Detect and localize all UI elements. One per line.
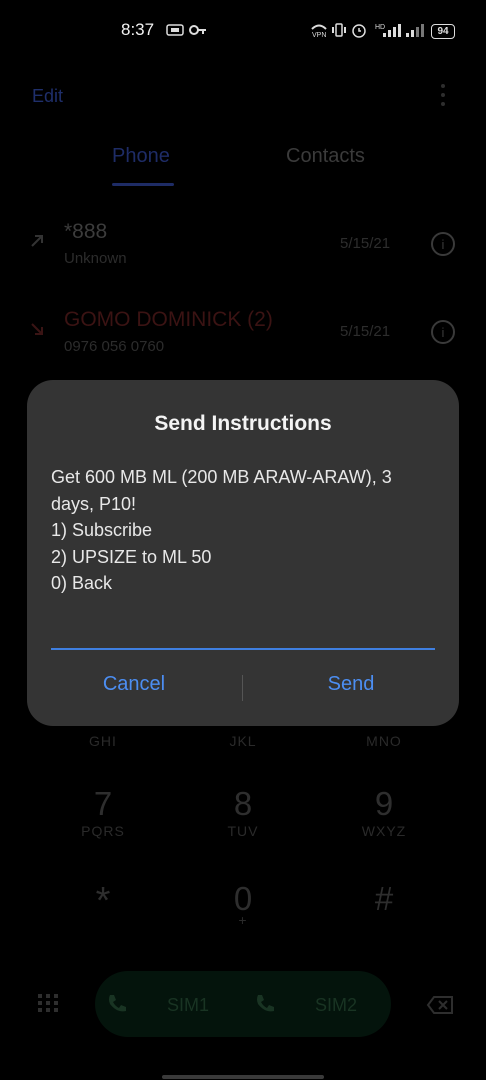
vpn-icon: VPN <box>310 22 328 38</box>
call-date: 5/15/21 <box>340 235 391 252</box>
info-icon[interactable]: i <box>431 232 455 256</box>
key-letters: + <box>238 912 248 928</box>
vibrate-icon <box>331 22 347 38</box>
cancel-button[interactable]: Cancel <box>79 673 189 696</box>
reply-input[interactable] <box>51 612 435 650</box>
status-time: 8:37 <box>121 20 155 39</box>
send-button[interactable]: Send <box>296 673 406 696</box>
dialog-title: Send Instructions <box>154 412 332 435</box>
call-sim2-icon <box>253 992 277 1021</box>
call-sim2-button[interactable]: SIM2 <box>315 995 357 1016</box>
key-icon <box>189 22 207 38</box>
key-7[interactable]: 7 PQRS <box>63 785 143 855</box>
key-digit: 9 <box>374 785 394 822</box>
key-digit: # <box>374 880 394 917</box>
svg-text:VPN: VPN <box>312 32 326 38</box>
button-divider <box>242 675 243 701</box>
key-digit: 7 <box>93 785 113 822</box>
call-log-row[interactable]: *888 Unknown 5/15/21 i <box>0 210 486 290</box>
call-log-row[interactable]: GOMO DOMINICK (2) 0976 056 0760 5/15/21 … <box>0 298 486 378</box>
battery-icon: 94 <box>431 24 455 39</box>
key-9[interactable]: 9 WXYZ <box>344 785 424 855</box>
signal-icon <box>405 22 425 38</box>
call-sim1-button[interactable]: SIM1 <box>167 995 209 1016</box>
dial-bar: SIM1 SIM2 <box>95 971 391 1037</box>
status-bar: 8:37 VPN HD 94 <box>0 0 486 60</box>
info-icon[interactable]: i <box>431 320 455 344</box>
key-8[interactable]: 8 TUV <box>203 785 283 855</box>
key-0[interactable]: 0 + <box>203 880 283 940</box>
more-options-icon[interactable] <box>437 84 449 106</box>
outgoing-call-icon <box>30 234 44 253</box>
call-name: *888 <box>64 220 108 243</box>
dialpad-toggle-icon[interactable] <box>36 992 60 1021</box>
key-hash[interactable]: # <box>344 880 424 940</box>
key-5-letters: JKL <box>229 733 257 749</box>
tab-contacts[interactable]: Contacts <box>286 145 365 168</box>
key-letters: TUV <box>227 823 259 839</box>
signal-hd-icon: HD <box>375 22 401 38</box>
key-letters: PQRS <box>81 823 125 839</box>
key-digit: 8 <box>233 785 253 822</box>
key-4-letters: GHI <box>89 733 117 749</box>
active-tab-indicator <box>112 183 174 186</box>
call-subtitle: 0976 056 0760 <box>64 338 165 355</box>
alarm-icon <box>351 22 367 38</box>
call-sim1-icon <box>105 992 129 1021</box>
tab-phone[interactable]: Phone <box>112 145 170 168</box>
edit-button[interactable]: Edit <box>32 86 63 107</box>
key-6-letters: MNO <box>366 733 402 749</box>
backspace-icon[interactable] <box>426 995 454 1020</box>
home-indicator[interactable] <box>162 1075 324 1079</box>
key-digit: * <box>95 880 111 922</box>
call-date: 5/15/21 <box>340 323 391 340</box>
call-subtitle: Unknown <box>64 250 127 267</box>
call-name: GOMO DOMINICK (2) <box>64 308 273 331</box>
send-instructions-dialog: Send Instructions Get 600 MB ML (200 MB … <box>27 380 459 726</box>
dialog-message: Get 600 MB ML (200 MB ARAW-ARAW), 3 days… <box>51 467 392 593</box>
key-star[interactable]: * <box>63 880 143 940</box>
missed-call-icon <box>30 322 44 341</box>
svg-text:HD: HD <box>375 24 385 31</box>
sim-card-icon <box>166 22 184 38</box>
key-letters: WXYZ <box>361 823 407 839</box>
